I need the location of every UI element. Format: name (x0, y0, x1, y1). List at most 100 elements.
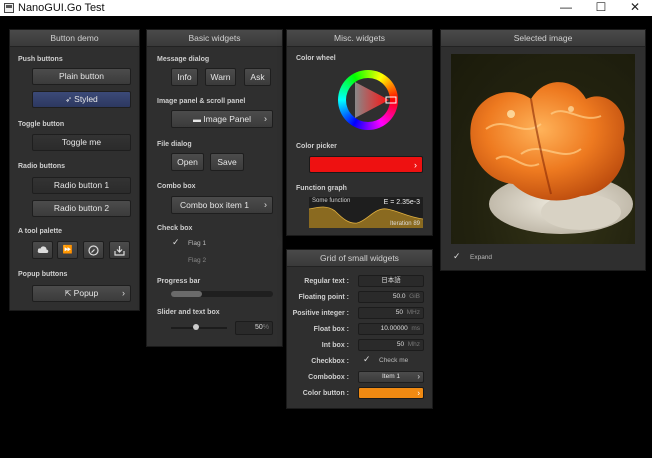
basic-widgets-title[interactable]: Basic widgets (147, 30, 282, 47)
color-picker-button[interactable]: › (309, 156, 423, 173)
window-title: NanoGUI.Go Test (18, 2, 105, 14)
positive-integer-value: 50 (395, 309, 404, 316)
export-icon: ⇱ (64, 289, 74, 298)
styled-button[interactable]: ➶ Styled (32, 91, 131, 108)
floating-point-label: Floating point : (298, 294, 349, 301)
popup-buttons-label: Popup buttons (18, 271, 68, 278)
image-panel-label: Image panel & scroll panel (157, 98, 246, 105)
radio-button-2[interactable]: Radio button 2 (32, 200, 131, 217)
float-box-value: 10.00000 (380, 325, 408, 332)
cloud-tool-button[interactable] (32, 241, 53, 259)
color-picker-label: Color picker (296, 143, 337, 150)
color-wheel[interactable] (338, 70, 398, 130)
misc-widgets-title[interactable]: Misc. widgets (287, 30, 432, 47)
plain-button[interactable]: Plain button (32, 68, 131, 85)
compass-tool-button[interactable] (83, 241, 104, 259)
floating-point-field[interactable]: 50.0 GiB (358, 291, 424, 303)
warn-button[interactable]: Warn (205, 68, 236, 86)
chevron-right-icon: › (417, 388, 420, 398)
message-dialog-label: Message dialog (157, 56, 210, 63)
progress-bar (171, 291, 273, 297)
selected-image-title[interactable]: Selected image (441, 30, 645, 47)
int-box-label: Int box : (321, 342, 349, 349)
float-box-field[interactable]: 10.00000 ms (358, 323, 424, 335)
compass-icon (88, 245, 99, 256)
function-graph: Some function E = 2.35e-3 Iteration 89 (309, 197, 423, 228)
flag-2-checkbox[interactable] (172, 256, 181, 265)
close-button[interactable]: ✕ (618, 0, 652, 16)
fast-forward-tool-button[interactable]: ⏩ (57, 241, 78, 259)
fast-forward-icon: ⏩ (62, 245, 73, 254)
image-panel-button-label: Image Panel (203, 114, 251, 124)
chevron-right-icon: › (264, 113, 267, 124)
maximize-button[interactable]: ☐ (584, 0, 618, 16)
positive-integer-field[interactable]: 50 MHz (358, 307, 424, 319)
function-graph-label: Function graph (296, 185, 347, 192)
info-button[interactable]: Info (171, 68, 198, 86)
cloud-icon (37, 246, 48, 253)
button-demo-title[interactable]: Button demo (10, 30, 139, 47)
grid-widgets-window: Grid of small widgets Regular text : 日本語… (286, 249, 433, 409)
checkbox-row-label: Checkbox : (311, 358, 349, 365)
toggle-button[interactable]: Toggle me (32, 134, 131, 151)
progress-fill (171, 291, 202, 297)
tool-palette-label: A tool palette (18, 228, 63, 235)
combobox-row-label: Combobox : (308, 374, 349, 381)
graph-value: E = 2.35e-3 (383, 199, 420, 206)
app-icon (4, 3, 14, 13)
progress-bar-label: Progress bar (157, 278, 201, 285)
color-button[interactable]: › (358, 387, 424, 399)
expand-checkbox[interactable]: ✓ (453, 251, 461, 262)
regular-text-label: Regular text : (304, 278, 349, 285)
graph-footer: Iteration 89 (389, 221, 420, 227)
slider-track[interactable] (171, 327, 227, 329)
install-tool-button[interactable] (109, 241, 130, 259)
misc-widgets-window: Misc. widgets Color wheel Color picker ›… (286, 29, 433, 236)
popup-button-label: Popup (73, 288, 99, 298)
grid-combobox-value: Item 1 (381, 373, 401, 380)
graph-caption: Some function (312, 198, 351, 204)
check-box-label: Check box (157, 225, 193, 232)
save-button[interactable]: Save (210, 153, 244, 171)
minimize-button[interactable]: — (549, 0, 583, 16)
push-buttons-label: Push buttons (18, 56, 63, 63)
flag-2-label: Flag 2 (188, 257, 207, 264)
radio-button-1[interactable]: Radio button 1 (32, 177, 131, 194)
check-me-checkbox[interactable]: ✓ (363, 354, 371, 365)
slider-unit: % (262, 324, 269, 331)
styled-button-label: Styled (74, 94, 98, 104)
flag-1-label: Flag 1 (188, 240, 207, 247)
radio-buttons-label: Radio buttons (18, 163, 66, 170)
open-button[interactable]: Open (171, 153, 204, 171)
rocket-icon: ➶ (65, 95, 75, 104)
int-box-value: 50 (396, 341, 405, 348)
flag-1-checkbox[interactable]: ✓ (172, 237, 180, 248)
ask-button[interactable]: Ask (244, 68, 271, 86)
title-bar: NanoGUI.Go Test — ☐ ✕ (0, 0, 652, 16)
chevron-right-icon: › (264, 199, 267, 210)
expand-label: Expand (470, 254, 493, 261)
chevron-right-icon: › (122, 287, 125, 298)
selected-image-window: Selected image ✓ Expand (440, 29, 646, 271)
chevron-right-icon: › (417, 371, 420, 381)
combo-box-label: Combo box (157, 183, 196, 190)
color-triangle[interactable] (338, 70, 398, 130)
popup-button[interactable]: ⇱ Popup › (32, 285, 131, 302)
float-box-unit: ms (411, 325, 420, 332)
file-dialog-label: File dialog (157, 141, 192, 148)
int-box-field[interactable]: 50 Mhz (358, 339, 424, 351)
grid-combobox[interactable]: Item 1 › (358, 371, 424, 383)
slider-value: 50 (254, 324, 263, 331)
grid-widgets-title[interactable]: Grid of small widgets (287, 250, 432, 267)
slider-knob[interactable] (193, 324, 199, 330)
regular-text-field[interactable]: 日本語 (358, 275, 424, 287)
slider-text-box[interactable]: 50% (235, 321, 273, 335)
selected-image (451, 54, 635, 244)
image-panel-button[interactable]: ▬ Image Panel › (171, 110, 273, 128)
button-demo-window: Button demo Push buttons Plain button ➶ … (9, 29, 140, 311)
check-me-label: Check me (379, 357, 409, 364)
combo-box[interactable]: Combo box item 1 › (171, 196, 273, 214)
float-box-label: Float box : (313, 326, 349, 333)
basic-widgets-window: Basic widgets Message dialog Info Warn A… (146, 29, 283, 347)
toggle-button-label: Toggle button (18, 121, 65, 128)
